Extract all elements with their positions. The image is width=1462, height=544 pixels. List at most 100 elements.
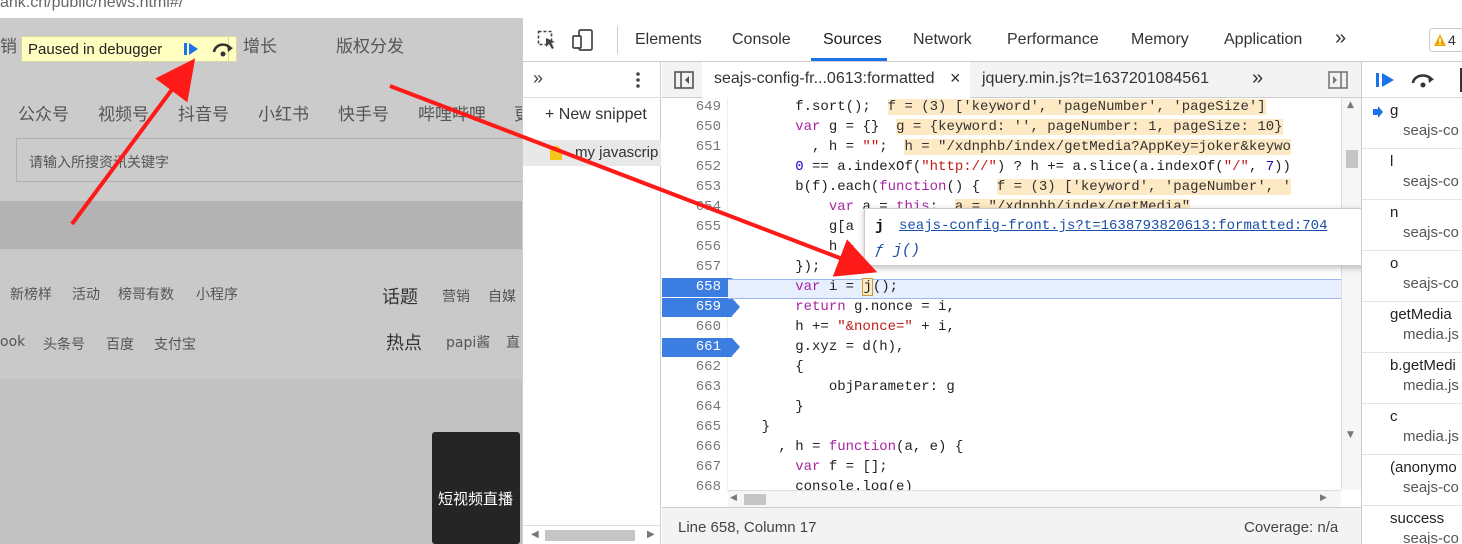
platform-bilibili[interactable]: 哔哩哔哩 xyxy=(418,100,486,125)
nav-item-0[interactable]: 销 xyxy=(0,32,17,57)
call-frame[interactable]: success seajs-co xyxy=(1362,506,1462,544)
topic-media[interactable]: 自媒 xyxy=(488,286,516,306)
platform-wechat[interactable]: 公众号 xyxy=(18,100,69,125)
tab-performance[interactable]: Performance xyxy=(1007,31,1099,49)
device-toolbar-icon[interactable] xyxy=(571,28,595,52)
tab-console[interactable]: Console xyxy=(732,31,791,49)
platform-channels[interactable]: 视频号 xyxy=(98,100,149,125)
link-data[interactable]: 榜哥有数 xyxy=(118,284,174,304)
code-line: g.xyz = d(h), xyxy=(728,339,905,355)
tab-application[interactable]: Application xyxy=(1224,31,1302,49)
frame-location: seajs-co xyxy=(1403,224,1459,241)
navigator-more-button[interactable]: » xyxy=(533,68,543,89)
link-baidu[interactable]: 百度 xyxy=(106,334,134,354)
call-frame[interactable]: l seajs-co xyxy=(1362,149,1462,200)
call-frame[interactable]: o seajs-co xyxy=(1362,251,1462,302)
scroll-left-arrow-icon[interactable]: ◀ xyxy=(531,529,539,540)
call-frame[interactable]: (anonymo seajs-co xyxy=(1362,455,1462,506)
snippet-name: my javascrip xyxy=(575,144,659,161)
scroll-left-arrow-icon[interactable]: ◀ xyxy=(730,493,737,503)
scroll-thumb[interactable] xyxy=(545,530,635,541)
content-links xyxy=(0,249,522,379)
scroll-right-arrow-icon[interactable]: ▶ xyxy=(647,529,655,540)
code-line: objParameter: g xyxy=(728,379,955,395)
live-stream-button[interactable]: 短视频直播 xyxy=(432,432,520,544)
platform-xiaohongshu[interactable]: 小红书 xyxy=(258,100,309,125)
tab-elements[interactable]: Elements xyxy=(635,31,702,49)
toggle-debugger-icon[interactable] xyxy=(1328,71,1348,89)
link-activity[interactable]: 活动 xyxy=(72,284,100,304)
call-frame[interactable]: b.getMedi media.js xyxy=(1362,353,1462,404)
warnings-badge[interactable]: 4 xyxy=(1429,28,1462,52)
editor-hscrollbar[interactable]: ◀ ▶ xyxy=(728,490,1341,507)
devtools-panel: Elements Console Sources Network Perform… xyxy=(522,18,1462,544)
debugger-paused-banner: Paused in debugger xyxy=(21,36,237,63)
hot-papi[interactable]: papi酱 xyxy=(446,332,490,352)
call-frame[interactable]: c media.js xyxy=(1362,404,1462,455)
code-line: h + xyxy=(728,239,855,255)
webpage-viewport: ank.cn/public/news.html#/ 销 增长 版权分发 Paus… xyxy=(0,0,522,544)
line-number: 666 xyxy=(695,439,721,455)
toggle-navigator-icon[interactable] xyxy=(674,71,694,89)
call-frame[interactable]: n seajs-co xyxy=(1362,200,1462,251)
banner-band xyxy=(0,201,522,249)
platform-kuaishou[interactable]: 快手号 xyxy=(338,100,389,125)
scroll-thumb[interactable] xyxy=(1346,150,1358,168)
navigator-hscrollbar[interactable]: ◀ ▶ xyxy=(523,525,661,544)
link-miniprogram[interactable]: 小程序 xyxy=(196,284,238,304)
popover-source-link[interactable]: seajs-config-front.js?t=1638793820613:fo… xyxy=(899,218,1327,234)
search-input[interactable]: 请输入所搜资讯关键字 xyxy=(16,138,522,182)
nav-item-growth[interactable]: 增长 xyxy=(243,32,277,57)
inspect-element-icon[interactable] xyxy=(537,30,557,50)
kebab-menu-icon[interactable] xyxy=(635,71,641,89)
platform-douyin[interactable]: 抖音号 xyxy=(178,100,229,125)
file-tab-seajs[interactable]: seajs-config-fr...0613:formatted xyxy=(714,70,935,88)
address-bar[interactable]: ank.cn/public/news.html#/ xyxy=(0,0,522,18)
step-over-icon[interactable] xyxy=(211,40,235,58)
frame-name: getMedia xyxy=(1390,306,1452,323)
platform-more[interactable]: 更 xyxy=(514,100,522,125)
live-stream-label: 短视频直播 xyxy=(438,490,514,508)
code-area[interactable]: f.sort(); f = (3) ['keyword', 'pageNumbe… xyxy=(728,98,1341,490)
call-frame[interactable]: getMedia media.js xyxy=(1362,302,1462,353)
resume-icon[interactable] xyxy=(1374,71,1398,89)
variable-popover: j seajs-config-front.js?t=1638793820613:… xyxy=(864,208,1372,266)
snippet-item[interactable]: my javascrip xyxy=(523,140,661,166)
hot-label: 热点 xyxy=(386,333,422,354)
nav-item-copyright[interactable]: 版权分发 xyxy=(336,32,404,57)
code-line: b(f).each(function() { f = (3) ['keyword… xyxy=(728,179,1291,195)
new-snippet-button[interactable]: + New snippet xyxy=(545,106,647,124)
scroll-down-arrow-icon[interactable]: ▼ xyxy=(1347,430,1354,440)
coverage-status[interactable]: Coverage: n/a xyxy=(1244,519,1338,536)
step-over-icon[interactable] xyxy=(1410,71,1436,89)
tabbar-divider xyxy=(617,26,618,54)
line-number: 658 xyxy=(695,279,721,295)
tab-network[interactable]: Network xyxy=(913,31,972,49)
scroll-up-arrow-icon[interactable]: ▲ xyxy=(1347,100,1354,110)
close-tab-icon[interactable]: × xyxy=(950,68,961,89)
code-line: , h = function(a, e) { xyxy=(728,439,964,455)
call-frame[interactable]: g seajs-co xyxy=(1362,98,1462,149)
link-xinbangyang[interactable]: 新榜样 xyxy=(10,284,52,304)
scroll-thumb[interactable] xyxy=(744,494,766,505)
frame-name: c xyxy=(1390,408,1398,425)
popover-name: j xyxy=(875,218,885,235)
link-toutiao[interactable]: 头条号 xyxy=(43,334,85,354)
file-tab-jquery[interactable]: jquery.min.js?t=1637201084561 xyxy=(982,70,1209,88)
more-files-button[interactable]: » xyxy=(1252,67,1263,90)
hot-more[interactable]: 直 xyxy=(506,332,520,352)
line-number: 664 xyxy=(695,399,721,415)
link-facebook[interactable]: ook xyxy=(0,334,25,350)
tab-sources[interactable]: Sources xyxy=(823,31,882,49)
frame-name: b.getMedi xyxy=(1390,357,1456,374)
js-file-icon xyxy=(550,146,562,160)
resume-icon[interactable] xyxy=(182,40,200,58)
tab-memory[interactable]: Memory xyxy=(1131,31,1189,49)
more-tabs-button[interactable]: » xyxy=(1335,27,1346,50)
line-number: 665 xyxy=(695,419,721,435)
link-alipay[interactable]: 支付宝 xyxy=(154,334,196,354)
topic-marketing[interactable]: 营销 xyxy=(442,286,470,306)
line-gutter[interactable]: 649 650 651 652 653 654 655 656 657 658 … xyxy=(662,98,740,495)
editor-vscrollbar[interactable]: ▲ ▼ xyxy=(1341,98,1361,490)
scroll-right-arrow-icon[interactable]: ▶ xyxy=(1320,493,1327,503)
